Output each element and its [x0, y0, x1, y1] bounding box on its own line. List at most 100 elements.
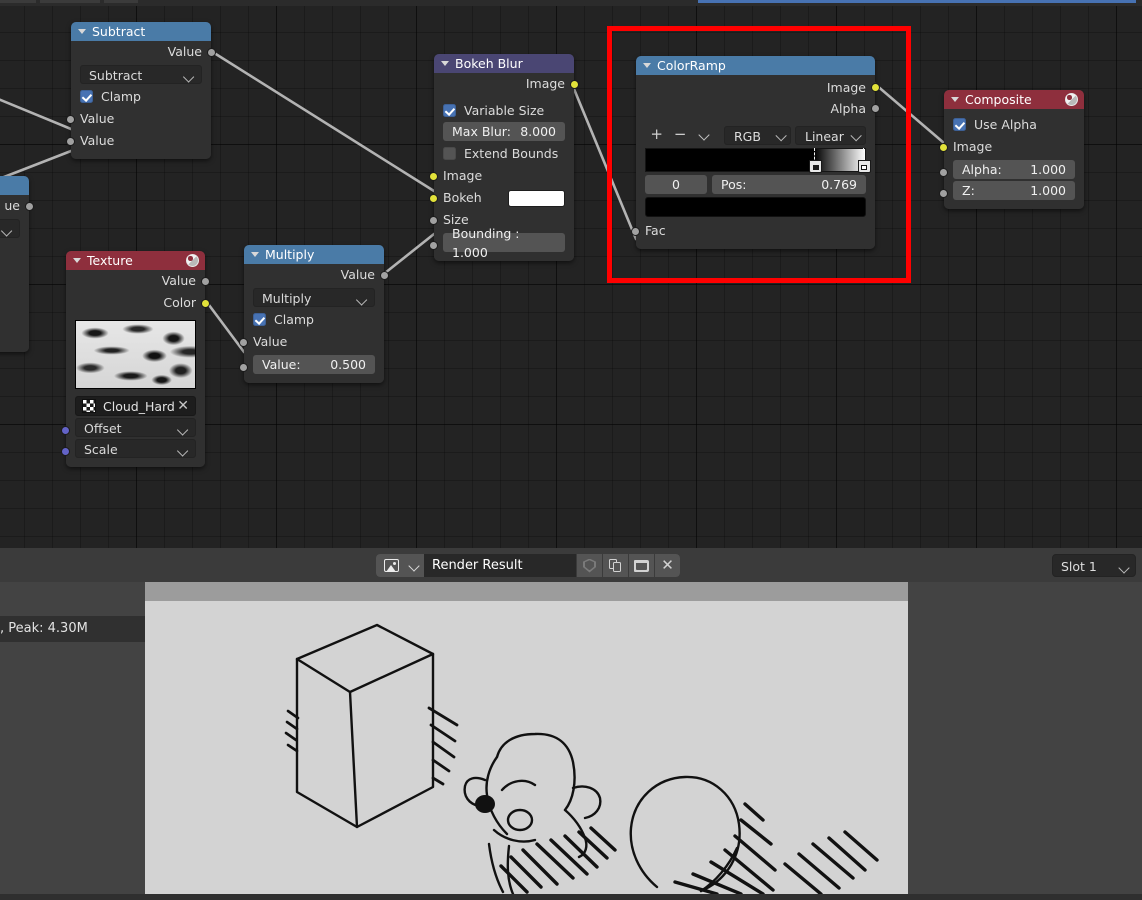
socket-row-composite-z: Z: 1.000	[939, 181, 1084, 200]
node-offscreen-left[interactable]: ue	[0, 176, 34, 352]
colorramp-stop-1[interactable]	[857, 148, 871, 173]
socket-input-image[interactable]	[429, 171, 438, 181]
interpolation-dropdown[interactable]: Linear	[795, 125, 866, 145]
image-name-field[interactable]: Render Result	[424, 554, 576, 577]
image-type-button[interactable]	[376, 554, 406, 577]
texture-scale-row: Scale	[61, 439, 205, 458]
node-subtract[interactable]: Subtract Value Subtract Clamp Value Valu…	[66, 22, 216, 159]
socket-input-z[interactable]	[939, 188, 948, 198]
colorramp-stop-handle[interactable]	[809, 160, 823, 173]
node-texture[interactable]: Texture Value Color Cloud_Hard ✕ Offset …	[61, 251, 210, 467]
collapse-triangle-icon[interactable]	[73, 258, 81, 263]
socket-input-size[interactable]	[429, 215, 438, 225]
scale-dropdown[interactable]: Scale	[75, 439, 196, 458]
variable-size-checkbox[interactable]	[443, 103, 456, 117]
socket-input-value-1[interactable]	[239, 337, 248, 347]
operation-dropdown-subtract[interactable]: Subtract	[80, 65, 202, 84]
socket-input-alpha[interactable]	[939, 167, 948, 177]
image-browse-dropdown[interactable]	[406, 554, 424, 577]
socket-input-value-1[interactable]	[66, 114, 75, 124]
socket-row-bokeh-image-in: Image	[429, 165, 574, 187]
variable-size-label: Variable Size	[464, 102, 545, 118]
socket-row-colorramp-fac-in: Fac	[631, 220, 875, 242]
node-multiply-header[interactable]: Multiply	[244, 245, 384, 264]
new-image-button[interactable]	[602, 554, 628, 577]
open-image-button[interactable]	[628, 554, 654, 577]
socket-input-bokeh[interactable]	[429, 193, 438, 203]
socket-input-scale[interactable]	[61, 446, 70, 456]
add-stop-button[interactable]: +	[645, 125, 668, 145]
colorramp-active-color-swatch[interactable]	[645, 197, 866, 217]
image-editor-canvas[interactable]: , Peak: 4.30M	[0, 582, 1142, 900]
socket-input-fac[interactable]	[631, 226, 640, 236]
max-blur-field[interactable]: Max Blur: 8.000	[443, 122, 565, 141]
colorramp-stop-0[interactable]	[809, 148, 823, 173]
fake-user-button[interactable]	[576, 554, 602, 577]
socket-input-value-2[interactable]	[239, 362, 248, 372]
operation-dropdown-multiply[interactable]: Multiply	[253, 288, 375, 307]
node-colorramp-body: Image Alpha + − RGB Linear 0 Pos: 0.769 …	[631, 77, 880, 249]
use-alpha-checkbox[interactable]	[953, 117, 966, 131]
node-multiply[interactable]: Multiply Value Multiply Clamp Value Valu…	[239, 245, 389, 383]
use-alpha-checkbox-row[interactable]: Use Alpha	[953, 114, 1075, 134]
clamp-checkbox-row-subtract[interactable]: Clamp	[80, 86, 202, 106]
extend-bounds-checkbox-row[interactable]: Extend Bounds	[443, 143, 565, 163]
collapse-triangle-icon[interactable]	[951, 97, 959, 102]
colorramp-stop-handle[interactable]	[857, 160, 871, 173]
socket-label: Value	[80, 111, 115, 126]
collapse-triangle-icon[interactable]	[441, 61, 449, 66]
collapse-triangle-icon[interactable]	[643, 63, 651, 68]
node-colorramp-header[interactable]: ColorRamp	[636, 56, 875, 75]
node-editor-canvas[interactable]: Subtract Value Subtract Clamp Value Valu…	[0, 6, 1142, 548]
node-multiply-body: Value Multiply Clamp Value Value: 0.500	[239, 264, 389, 383]
node-colorramp[interactable]: ColorRamp Image Alpha + − RGB Linear 0 P…	[631, 56, 880, 249]
extend-bounds-checkbox[interactable]	[443, 146, 456, 160]
node-composite[interactable]: Composite Use Alpha Image Alpha: 1.000 Z…	[939, 90, 1084, 209]
socket-input-image[interactable]	[939, 142, 948, 152]
clamp-checkbox[interactable]	[253, 312, 266, 326]
copy-icon	[608, 558, 623, 573]
unlink-image-button[interactable]: ✕	[654, 554, 680, 577]
node-composite-header[interactable]: Composite	[944, 90, 1084, 109]
socket-input-value-2[interactable]	[66, 136, 75, 146]
clamp-checkbox-row-multiply[interactable]: Clamp	[253, 309, 375, 329]
bounding-field[interactable]: Bounding : 1.000	[443, 226, 565, 260]
close-icon[interactable]: ✕	[177, 399, 189, 413]
socket-output-value[interactable]	[207, 47, 216, 57]
node-offscreen-left-header[interactable]	[0, 176, 29, 195]
colorramp-menu-button[interactable]	[692, 125, 715, 145]
socket-output-image[interactable]	[871, 83, 880, 92]
clamp-checkbox[interactable]	[80, 89, 93, 103]
socket-row-composite-alpha: Alpha: 1.000	[939, 160, 1084, 179]
socket-label: Bokeh	[443, 190, 482, 205]
remove-stop-button[interactable]: −	[668, 125, 691, 145]
variable-size-checkbox-row[interactable]: Variable Size	[443, 100, 565, 120]
collapse-triangle-icon[interactable]	[251, 252, 259, 257]
colorramp-gradient-bar[interactable]	[645, 148, 871, 173]
node-texture-header[interactable]: Texture	[66, 251, 205, 270]
socket-input-bounding[interactable]	[429, 240, 438, 250]
render-slot-dropdown[interactable]: Slot 1	[1052, 554, 1136, 577]
offset-dropdown[interactable]: Offset	[75, 418, 196, 437]
node-bokeh-blur[interactable]: Bokeh Blur Image Variable Size Max Blur:…	[429, 54, 579, 261]
socket-input-offset[interactable]	[61, 425, 70, 435]
bokeh-color-swatch[interactable]	[508, 189, 565, 207]
socket-offscreen-output[interactable]	[25, 201, 34, 211]
socket-output-image[interactable]	[570, 79, 579, 89]
socket-output-color[interactable]	[201, 298, 210, 308]
socket-output-alpha[interactable]	[871, 104, 880, 113]
socket-label: Alpha	[830, 101, 866, 116]
colorramp-active-index[interactable]: 0	[645, 175, 707, 194]
collapse-triangle-icon[interactable]	[78, 29, 86, 34]
node-bokeh-blur-header[interactable]: Bokeh Blur	[434, 54, 574, 73]
texture-datablock-selector[interactable]: Cloud_Hard ✕	[75, 396, 196, 416]
composite-z-field[interactable]: Z: 1.000	[953, 181, 1075, 200]
multiply-value-field[interactable]: Value: 0.500	[253, 355, 375, 374]
composite-alpha-field[interactable]: Alpha: 1.000	[953, 160, 1075, 179]
offscreen-dropdown[interactable]	[0, 219, 20, 238]
colorramp-position-field[interactable]: Pos: 0.769	[712, 175, 866, 194]
color-mode-dropdown[interactable]: RGB	[724, 125, 792, 145]
socket-output-value[interactable]	[380, 270, 389, 280]
node-subtract-header[interactable]: Subtract	[71, 22, 211, 41]
socket-output-value[interactable]	[201, 276, 210, 286]
